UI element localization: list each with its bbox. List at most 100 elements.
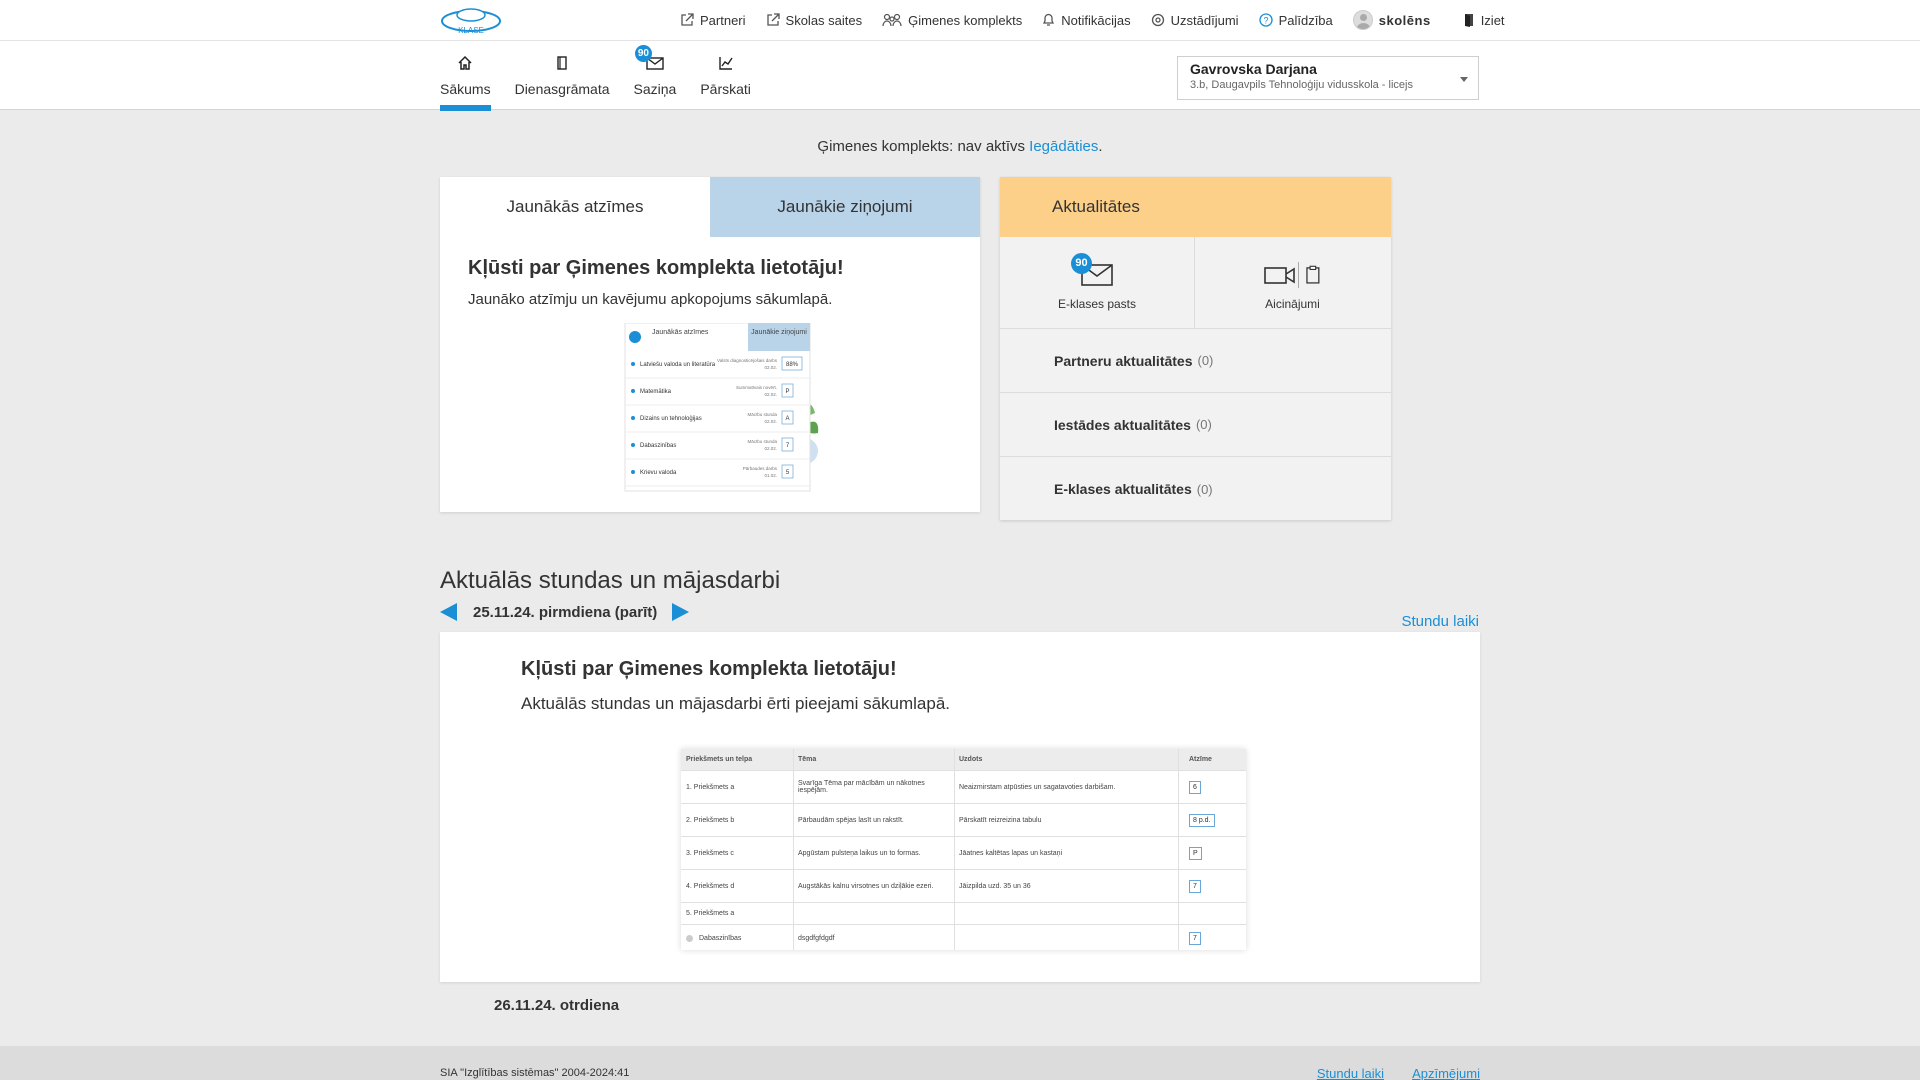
promo-subtitle: Jaunāko atzīmju un kavējumu apkopojums s… [468, 291, 833, 308]
row-subject: 3. Priekšmets c [681, 837, 794, 869]
preview-row-date: 02.02. [764, 392, 777, 397]
row-subject: Dabaszinības [699, 935, 742, 942]
preview-row-type: Valsts diagnosticējošais darbs [717, 358, 778, 363]
tab-latest-grades[interactable]: Jaunākās atzīmes [440, 177, 710, 237]
row-task: Neaizmirstam atpūsties un sagatavoties d… [955, 771, 1179, 803]
chevron-down-icon [1460, 77, 1468, 82]
user-name: skolēns [1378, 12, 1431, 28]
preview-row-dot [631, 443, 635, 447]
preview-row-dot [631, 362, 635, 366]
promo-title: Kļūsti par Ģimenes komplekta lietotāju! [468, 257, 844, 279]
main-tabs: Sākums Dienasgrāmata 90 Saziņa Pārskati [440, 41, 775, 111]
partners-label: Partneri [700, 12, 746, 28]
preview-row-dot [631, 389, 635, 393]
row-task: Jāizpilda uzd. 35 un 36 [955, 870, 1179, 902]
avatar [1352, 10, 1373, 30]
notifications-label: Notifikācijas [1061, 12, 1131, 28]
quick-links: 90 E-klases pasts Aicinājumi [1000, 237, 1391, 329]
notice-end: . [1098, 138, 1103, 155]
row-topic: dsgdfgfdgdf [794, 925, 955, 950]
eklase-news-row[interactable]: E-klases aktualitātes (0) [1000, 457, 1391, 521]
help-label: Palīdzība [1278, 12, 1333, 28]
clipboard-icon [1297, 261, 1319, 288]
tab-reports[interactable]: Pārskati [700, 41, 751, 110]
gear-icon [1151, 13, 1164, 27]
top-bar: KLASE Partneri Skolas saites Ģimenes kom… [0, 0, 1920, 40]
row-task [955, 903, 1179, 924]
copyright: SIA "Izglītības sistēmas" 2004-2024:41 [440, 1067, 630, 1079]
tab-communication-label: Saziņa [633, 81, 677, 97]
preview-row-dot [631, 416, 635, 420]
messages-badge: 90 [634, 45, 652, 62]
lesson-times-link[interactable]: Stundu laiki [1401, 613, 1479, 630]
date-navigation: 25.11.24. pirmdiena (parīt) [440, 600, 690, 624]
next-day-heading: 26.11.24. otrdiena [494, 997, 620, 1014]
header-task: Uzdots [955, 749, 1179, 770]
preview-row-date: 02.02. [764, 365, 777, 370]
lessons-promo-title: Kļūsti par Ģimenes komplekta lietotāju! [521, 658, 897, 680]
tab-latest-messages[interactable]: Jaunākie ziņojumi [710, 177, 980, 237]
header-grade: Atzīme [1189, 756, 1212, 763]
footer-legend-link[interactable]: Apzīmējumi [1412, 1066, 1480, 1080]
table-row: 5. Priekšmets a [681, 903, 1246, 925]
row-grade: P [1189, 846, 1202, 860]
partner-news-row[interactable]: Partneru aktualitātes (0) [1000, 329, 1391, 393]
footer-lesson-times-link[interactable]: Stundu laiki [1317, 1066, 1384, 1080]
institution-news-row[interactable]: Iestādes aktualitātes (0) [1000, 393, 1391, 457]
grades-preview-illustration: Jaunākās atzīmes Jaunākie ziņojumi Latvi… [624, 323, 819, 492]
eklase-logo[interactable]: KLASE [440, 7, 502, 35]
student-name: Gavrovska Darjana [1190, 61, 1317, 77]
preview-row-grade: P [785, 389, 789, 395]
family-kit-link[interactable]: Ģimenes komplekts [882, 13, 1022, 28]
main-navigation: Sākums Dienasgrāmata 90 Saziņa Pārskati … [0, 40, 1920, 111]
table-row: 4. Priekšmets d Augstākās kalnu virsotne… [681, 870, 1246, 903]
invitations-label: Aicinājumi [1265, 296, 1320, 311]
email-link[interactable]: 90 E-klases pasts [1000, 237, 1195, 328]
prev-day-arrow-icon[interactable] [440, 603, 457, 621]
preview-row-type: Mācību stunda [747, 412, 777, 417]
school-links-label: Skolas saites [785, 12, 863, 28]
preview-row-date: 02.02. [764, 446, 777, 451]
home-icon [458, 55, 472, 70]
invitations-link[interactable]: Aicinājumi [1195, 237, 1390, 328]
settings-link[interactable]: Uzstādījumi [1151, 13, 1239, 28]
partners-link[interactable]: Partneri [680, 13, 746, 28]
row-subject: 5. Priekšmets a [681, 903, 794, 924]
header-subject: Priekšmets un telpa [681, 749, 794, 770]
row-topic: Svarīga Tēma par mācībām un nākotnes ies… [794, 771, 955, 803]
student-school: 3.b, Daugavpils Tehnoloģiju vidusskola -… [1190, 79, 1413, 91]
grades-messages-panel: Jaunākās atzīmes Jaunākie ziņojumi Kļūst… [440, 177, 980, 512]
table-row: 1. Priekšmets a Svarīga Tēma par mācībām… [681, 771, 1246, 804]
user-menu[interactable]: skolēns [1352, 10, 1431, 30]
buy-link[interactable]: Iegādāties [1029, 138, 1098, 155]
preview-row-subject: Latviešu valoda un literatūra [640, 362, 716, 368]
student-selector[interactable]: Gavrovska Darjana 3.b, Daugavpils Tehnol… [1177, 56, 1479, 100]
school-links-link[interactable]: Skolas saites [766, 12, 863, 28]
tab-diary[interactable]: Dienasgrāmata [515, 41, 610, 110]
tab-communication[interactable]: 90 Saziņa [633, 41, 677, 110]
next-day-arrow-icon[interactable] [672, 603, 690, 621]
preview-tab-b: Jaunākie ziņojumi [751, 329, 807, 336]
help-link[interactable]: ? Palīdzība [1258, 12, 1333, 28]
logout-button[interactable]: Iziet [1463, 13, 1505, 28]
lessons-title: Aktuālās stundas un mājasdarbi [440, 567, 781, 594]
family-kit-status: Ģimenes komplekts: nav aktīvs [817, 138, 1025, 155]
preview-row-subject: Dizains un tehnoloģijas [640, 415, 702, 422]
preview-row-grade: 88% [786, 362, 799, 368]
preview-row-date: 02.02. [764, 419, 777, 424]
partner-news-count: (0) [1197, 353, 1214, 368]
notifications-link[interactable]: Notifikācijas [1042, 12, 1131, 28]
footer: SIA "Izglītības sistēmas" 2004-2024:41 S… [0, 1046, 1920, 1080]
preview-row-type: Summatīvais novērt. [736, 385, 777, 390]
institution-news-count: (0) [1195, 417, 1212, 432]
logout-door-icon [1464, 14, 1473, 27]
preview-row-grade: A [785, 416, 789, 422]
tab-home-label: Sākums [440, 81, 491, 97]
row-topic [794, 903, 955, 924]
table-row: Dabaszinības dsgdfgfdgdf 7 [681, 925, 1246, 950]
tab-home[interactable]: Sākums [440, 41, 491, 111]
preview-row-subject: Matemātika [640, 389, 672, 395]
news-header: Aktualitātes [1000, 177, 1391, 237]
settings-label: Uzstādījumi [1170, 12, 1239, 28]
circle-icon [686, 935, 693, 942]
